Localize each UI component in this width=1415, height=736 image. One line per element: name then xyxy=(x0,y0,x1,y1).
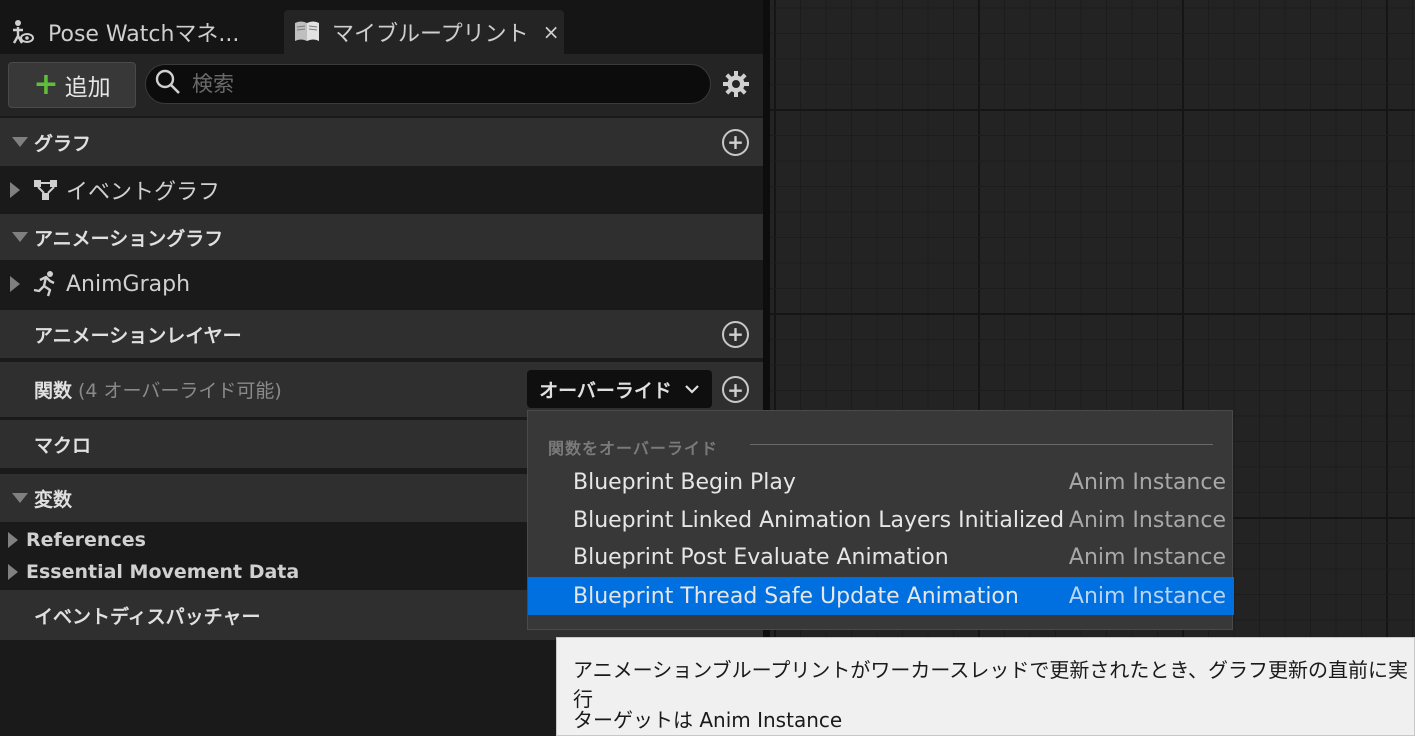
menu-item-name: Blueprint Begin Play xyxy=(573,469,796,495)
blueprint-book-icon xyxy=(292,17,322,47)
functions-override-count: (4 オーバーライド可能) xyxy=(78,380,282,402)
section-dispatchers-label: イベントディスパッチャー xyxy=(34,605,261,628)
menu-item-linked-layers[interactable]: Blueprint Linked Animation Layers Initia… xyxy=(528,501,1234,539)
add-graph-icon[interactable]: + xyxy=(722,128,749,156)
collapse-arrow-icon[interactable] xyxy=(12,137,28,147)
tab-bar: Pose Watchマネ... マイブループリント × xyxy=(0,0,763,54)
close-icon[interactable]: × xyxy=(543,20,560,44)
tooltip-target: ターゲットは Anim Instance xyxy=(573,708,843,732)
menu-item-name: Blueprint Linked Animation Layers Initia… xyxy=(573,507,1065,533)
pose-watch-icon xyxy=(6,17,36,47)
section-variables-label: 変数 xyxy=(34,488,73,511)
menu-item-target: Anim Instance xyxy=(1068,469,1226,495)
add-function-icon[interactable]: + xyxy=(722,376,749,403)
chevron-down-icon xyxy=(684,383,700,395)
running-figure-icon xyxy=(32,270,60,298)
add-button-label: 追加 xyxy=(64,75,111,101)
item-event-graph[interactable]: イベントグラフ xyxy=(0,166,763,214)
menu-item-post-evaluate[interactable]: Blueprint Post Evaluate Animation Anim I… xyxy=(528,538,1234,576)
menu-item-target: Anim Instance xyxy=(1068,544,1226,570)
section-graph-label: グラフ xyxy=(34,132,92,155)
essential-movement-label: Essential Movement Data xyxy=(26,561,300,583)
override-dropdown-button[interactable]: オーバーライド xyxy=(527,370,712,408)
override-button-label: オーバーライド xyxy=(539,379,672,402)
add-anim-layer-icon[interactable]: + xyxy=(722,320,749,348)
references-label: References xyxy=(26,529,146,551)
menu-divider xyxy=(750,444,1213,445)
menu-section-header: 関数をオーバーライド xyxy=(548,439,718,458)
menu-item-thread-safe-update[interactable]: Blueprint Thread Safe Update Animation A… xyxy=(528,577,1234,615)
menu-item-target: Anim Instance xyxy=(1068,583,1226,609)
expand-arrow-icon[interactable] xyxy=(10,182,20,198)
override-function-menu: 関数をオーバーライド Blueprint Begin Play Anim Ins… xyxy=(527,410,1234,630)
event-graph-label: イベントグラフ xyxy=(66,180,221,205)
expand-arrow-icon[interactable] xyxy=(8,564,18,580)
tab-my-blueprint[interactable]: マイブループリント × xyxy=(284,10,564,54)
plus-icon: + xyxy=(33,67,59,102)
search-input[interactable] xyxy=(192,72,672,96)
section-macros-label: マクロ xyxy=(34,434,92,457)
section-functions[interactable]: 関数 (4 オーバーライド可能) オーバーライド + xyxy=(0,362,763,417)
menu-item-begin-play[interactable]: Blueprint Begin Play Anim Instance xyxy=(528,463,1234,501)
section-graph[interactable]: グラフ + xyxy=(0,118,763,166)
collapse-arrow-icon[interactable] xyxy=(12,232,28,242)
tooltip: アニメーションブループリントがワーカースレッドで更新されたとき、グラフ更新の直前… xyxy=(556,637,1415,736)
tab-pose-watch-label: Pose Watchマネ... xyxy=(48,22,240,47)
add-button[interactable]: + 追加 xyxy=(8,62,136,108)
expand-arrow-icon[interactable] xyxy=(8,532,18,548)
menu-item-name: Blueprint Post Evaluate Animation xyxy=(573,544,949,570)
anim-graph-label: AnimGraph xyxy=(66,271,191,297)
search-icon xyxy=(154,68,182,100)
section-anim-layer[interactable]: アニメーションレイヤー + xyxy=(0,310,763,358)
expand-arrow-icon[interactable] xyxy=(10,276,20,292)
collapse-arrow-icon[interactable] xyxy=(12,493,28,503)
event-graph-icon xyxy=(32,178,60,202)
tab-my-blueprint-label: マイブループリント xyxy=(332,22,529,47)
section-anim-graph[interactable]: アニメーショングラフ xyxy=(0,214,763,260)
section-anim-layer-label: アニメーションレイヤー xyxy=(34,324,242,347)
section-anim-graph-label: アニメーショングラフ xyxy=(34,227,224,250)
section-functions-label: 関数 xyxy=(34,380,73,402)
tab-pose-watch[interactable]: Pose Watchマネ... xyxy=(6,10,276,54)
menu-item-target: Anim Instance xyxy=(1068,507,1226,533)
gear-icon[interactable] xyxy=(720,68,752,100)
menu-item-name: Blueprint Thread Safe Update Animation xyxy=(573,583,1019,609)
item-anim-graph[interactable]: AnimGraph xyxy=(0,260,763,308)
search-box[interactable] xyxy=(145,64,711,104)
toolbar: + 追加 xyxy=(0,54,763,116)
